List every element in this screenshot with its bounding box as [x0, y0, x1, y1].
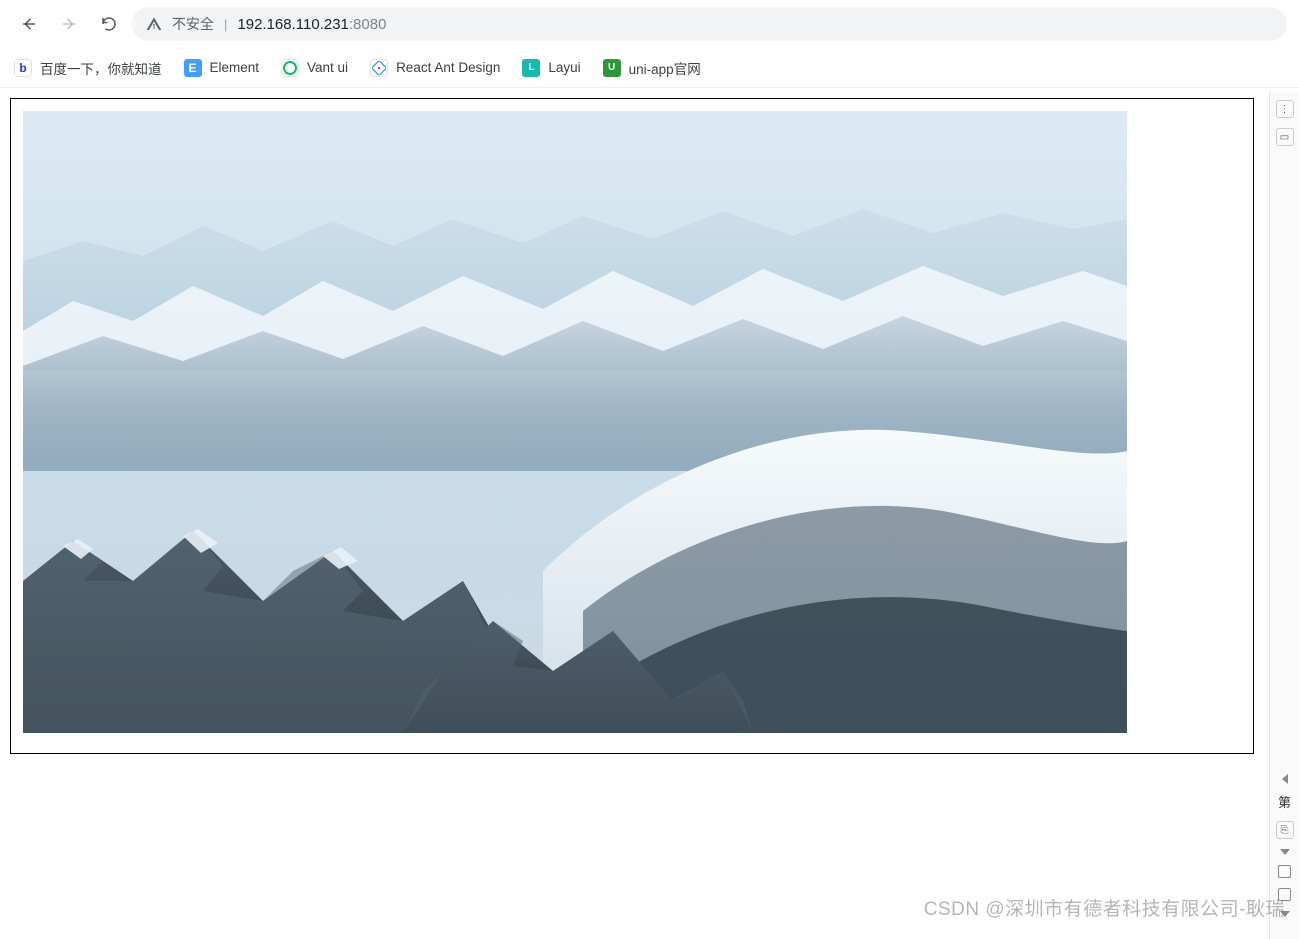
page-content: [0, 88, 1299, 764]
arrow-left-icon: [20, 15, 38, 33]
bookmark-baidu[interactable]: b 百度一下，你就知道: [14, 58, 162, 78]
strip-label: 第: [1278, 792, 1291, 811]
address-text: 192.168.110.231:8080: [237, 16, 386, 33]
reload-button[interactable]: [92, 7, 126, 41]
chevron-down-icon[interactable]: [1280, 849, 1290, 855]
bookmark-antd[interactable]: React Ant Design: [370, 59, 500, 77]
image-container: [10, 98, 1254, 754]
insecure-label: 不安全: [172, 14, 214, 34]
address-host: 192.168.110.231: [237, 16, 349, 33]
bookmarks-bar: b 百度一下，你就知道 E Element Vant ui React Ant …: [0, 48, 1299, 88]
strip-item[interactable]: ⋮: [1276, 100, 1294, 118]
forward-button[interactable]: [52, 7, 86, 41]
bookmark-uniapp[interactable]: U uni-app官网: [603, 58, 701, 78]
insecure-warning-icon: [146, 16, 162, 32]
bookmark-vant[interactable]: Vant ui: [281, 59, 348, 77]
mountain-image: [23, 111, 1127, 733]
address-separator: |: [224, 17, 227, 32]
chevron-down-icon[interactable]: [1280, 911, 1290, 917]
bookmark-label: Vant ui: [307, 60, 348, 75]
watermark-text: CSDN @深圳市有德者科技有限公司-耿瑞: [924, 894, 1285, 921]
antd-icon: [370, 59, 388, 77]
bookmark-label: Layui: [548, 60, 580, 75]
layui-icon: L: [522, 59, 540, 77]
back-button[interactable]: [12, 7, 46, 41]
uniapp-icon: U: [603, 59, 621, 77]
reload-icon: [100, 15, 118, 33]
browser-toolbar: 不安全 | 192.168.110.231:8080: [0, 0, 1299, 48]
bookmark-layui[interactable]: L Layui: [522, 59, 580, 77]
bookmark-label: uni-app官网: [629, 58, 701, 78]
bookmark-label: React Ant Design: [396, 60, 500, 75]
chevron-left-icon[interactable]: [1282, 774, 1288, 784]
bookmark-element[interactable]: E Element: [184, 59, 260, 77]
address-port: :8080: [349, 16, 387, 33]
right-tool-strip: ⋮ ▭ 第 ⎘: [1269, 92, 1299, 939]
strip-item[interactable]: ⎘: [1276, 821, 1294, 839]
bookmark-label: Element: [210, 60, 260, 75]
checkbox[interactable]: [1278, 865, 1291, 878]
bookmark-label: 百度一下，你就知道: [40, 58, 162, 78]
baidu-icon: b: [14, 59, 32, 77]
element-icon: E: [184, 59, 202, 77]
vant-icon: [281, 59, 299, 77]
arrow-right-icon: [60, 15, 78, 33]
address-bar[interactable]: 不安全 | 192.168.110.231:8080: [132, 7, 1287, 41]
checkbox[interactable]: [1278, 888, 1291, 901]
strip-item[interactable]: ▭: [1276, 128, 1294, 146]
